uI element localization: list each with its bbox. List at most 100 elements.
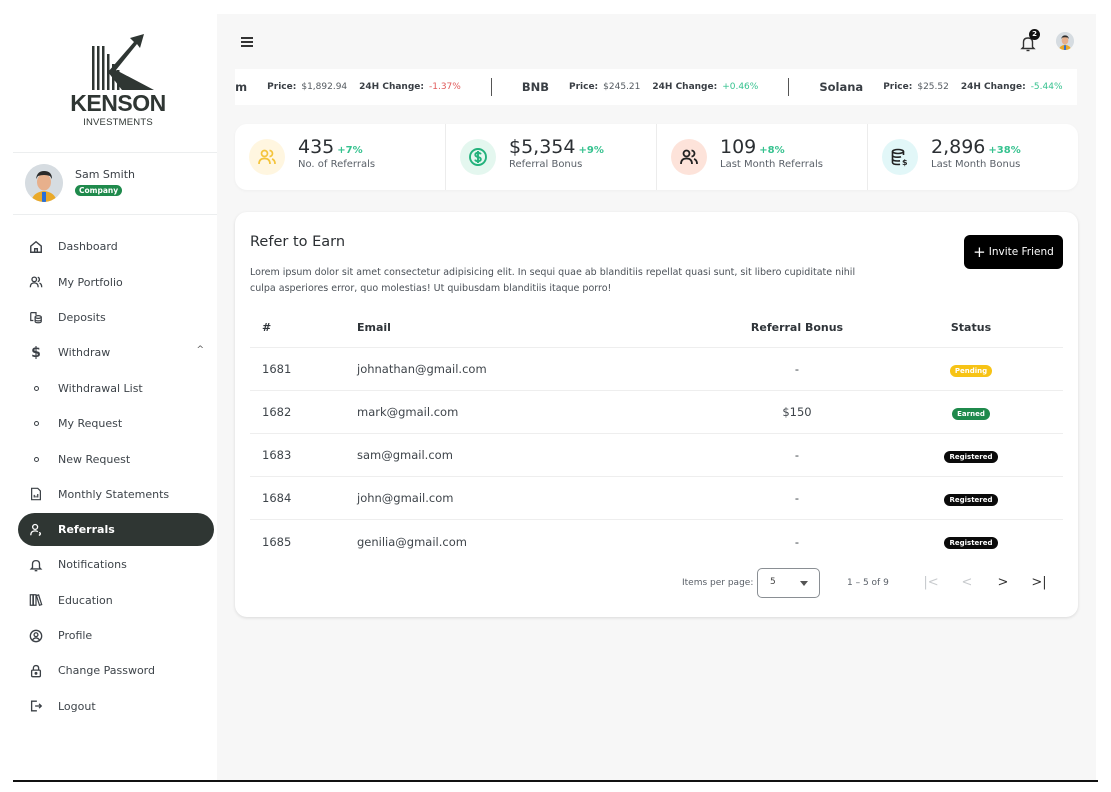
svg-text:$: $: [902, 158, 908, 167]
cell-bonus: $150: [782, 405, 812, 419]
brand-name: KENSON: [70, 90, 166, 116]
cell-id: 1681: [262, 362, 292, 376]
coins-icon: [28, 309, 44, 325]
stat-label: Last Month Referrals: [720, 159, 824, 170]
stat-referral-bonus: $5,354 +9% Referral Bonus: [446, 124, 657, 190]
sidebar-item-label: Withdraw: [58, 346, 111, 360]
table-row[interactable]: 1684 john@gmail.com - Registered: [250, 477, 1063, 520]
next-page-button[interactable]: >: [993, 573, 1013, 593]
sidebar-item-label: My Request: [58, 417, 123, 431]
sidebar-item-withdrawal-list[interactable]: Withdrawal List: [18, 371, 214, 406]
items-per-page-select[interactable]: 5: [757, 568, 820, 598]
invite-friend-button[interactable]: + Invite Friend: [964, 235, 1063, 269]
cell-bonus: -: [794, 362, 800, 376]
sidebar-item-deposits[interactable]: Deposits: [18, 300, 214, 335]
sidebar-item-referrals[interactable]: Referrals: [18, 513, 214, 547]
card-description: Lorem ipsum dolor sit amet consectetur a…: [250, 267, 856, 294]
items-per-page-value: 5: [770, 577, 776, 587]
cell-email: mark@gmail.com: [357, 405, 459, 419]
lock-icon: [28, 663, 44, 679]
ticker-change-label: 24H Change:: [359, 82, 424, 92]
ticker-price-label: Price:: [267, 82, 297, 92]
ticker-separator: [788, 78, 790, 96]
sidebar-item-my-portfolio[interactable]: My Portfolio: [18, 264, 214, 299]
ticker-item-ethereum: um Price: $1,892.94 24H Change: -1.37%: [235, 80, 461, 94]
sidebar-item-label: Deposits: [58, 310, 106, 324]
sidebar-item-change-password[interactable]: Change Password: [18, 653, 214, 688]
sidebar-nav: Dashboard My Portfolio Deposits $ Withdr…: [18, 229, 214, 724]
table-row[interactable]: 1681 johnathan@gmail.com - Pending: [250, 348, 1063, 391]
ticker-change: -1.37%: [428, 82, 461, 92]
sidebar-divider: [13, 214, 217, 215]
sidebar-item-notifications[interactable]: Notifications: [18, 547, 214, 582]
statement-icon: [28, 486, 44, 502]
sidebar-item-label: My Portfolio: [58, 275, 123, 289]
table-row[interactable]: 1682 mark@gmail.com $150 Earned: [250, 391, 1063, 434]
ticker-item-solana: Solana Price: $25.52 24H Change: -5.44%: [819, 80, 1062, 94]
user-circle-icon: [28, 628, 44, 644]
stat-last-month-referrals: 109 +8% Last Month Referrals: [657, 124, 868, 190]
plus-icon: +: [973, 242, 986, 261]
logo-mark-icon: [92, 34, 154, 90]
stat-label: Last Month Bonus: [931, 159, 1021, 170]
cell-email: johnathan@gmail.com: [357, 362, 487, 376]
kenson-logo[interactable]: KENSON INVESTMENTS: [68, 32, 168, 142]
ticker-price: $25.52: [917, 82, 949, 92]
menu-toggle-icon[interactable]: [241, 37, 253, 47]
table-row[interactable]: 1685 genilia@gmail.com - Registered: [250, 520, 1063, 563]
stat-change: +38%: [988, 145, 1021, 156]
users-icon: [28, 274, 44, 290]
column-header-status[interactable]: Status: [879, 321, 1063, 334]
user-profile[interactable]: Sam Smith Company: [25, 164, 215, 204]
table-row[interactable]: 1683 sam@gmail.com - Registered: [250, 434, 1063, 477]
sidebar: KENSON INVESTMENTS Sam Smith Company Das…: [13, 14, 217, 780]
chevron-up-icon[interactable]: ^: [196, 345, 204, 355]
users-icon: [671, 139, 707, 175]
sidebar-item-profile[interactable]: Profile: [18, 618, 214, 653]
column-header-email[interactable]: Email: [357, 321, 715, 334]
cell-id: 1683: [262, 448, 292, 462]
sidebar-item-monthly-statements[interactable]: Monthly Statements: [18, 477, 214, 512]
first-page-button[interactable]: |<: [921, 573, 941, 593]
referrals-table: # Email Referral Bonus Status 1681 johna…: [250, 307, 1063, 563]
sidebar-item-label: Notifications: [58, 558, 127, 572]
stat-change: +7%: [337, 145, 363, 156]
ticker-change: +0.46%: [722, 82, 759, 92]
sidebar-item-dashboard[interactable]: Dashboard: [18, 229, 214, 264]
cell-email: john@gmail.com: [357, 491, 454, 505]
sidebar-item-new-request[interactable]: New Request: [18, 441, 214, 476]
cell-email: sam@gmail.com: [357, 448, 453, 462]
column-header-referral-bonus[interactable]: Referral Bonus: [715, 321, 879, 334]
dollar-circle-icon: [460, 139, 496, 175]
stat-value: $5,354: [509, 136, 576, 158]
ticker-price-label: Price:: [883, 82, 913, 92]
crypto-ticker: um Price: $1,892.94 24H Change: -1.37% B…: [235, 69, 1077, 105]
status-badge: Registered: [944, 537, 998, 549]
previous-page-button[interactable]: <: [957, 573, 977, 593]
sidebar-item-label: Change Password: [58, 664, 155, 678]
page-range-label: 1 – 5 of 9: [847, 578, 889, 588]
sidebar-item-education[interactable]: Education: [18, 583, 214, 618]
sidebar-item-label: Profile: [58, 629, 93, 643]
cell-id: 1685: [262, 534, 292, 549]
ticker-coin-name: Solana: [819, 80, 864, 94]
cell-id: 1684: [262, 491, 292, 505]
sidebar-item-logout[interactable]: Logout: [18, 689, 214, 724]
header-avatar[interactable]: [1056, 32, 1074, 50]
notification-count-badge: 2: [1029, 29, 1040, 40]
ticker-change-label: 24H Change:: [652, 82, 718, 92]
column-header-id[interactable]: #: [250, 321, 357, 334]
sidebar-item-withdraw[interactable]: $ Withdraw ^: [18, 335, 214, 370]
stat-referrals: 435 +7% No. of Referrals: [235, 124, 446, 190]
sidebar-item-label: Monthly Statements: [58, 487, 170, 501]
ticker-item-bnb: BNB Price: $245.21 24H Change: +0.46%: [522, 80, 759, 94]
last-page-button[interactable]: >|: [1029, 573, 1049, 593]
database-dollar-icon: $: [882, 139, 918, 175]
sidebar-item-my-request[interactable]: My Request: [18, 406, 214, 441]
ticker-coin-name: um: [235, 80, 248, 94]
table-header: # Email Referral Bonus Status: [250, 307, 1063, 348]
dollar-icon: $: [31, 344, 41, 361]
stat-value: 2,896: [931, 136, 986, 158]
page-bottom-border: [13, 780, 1098, 782]
cell-id: 1682: [262, 405, 292, 419]
